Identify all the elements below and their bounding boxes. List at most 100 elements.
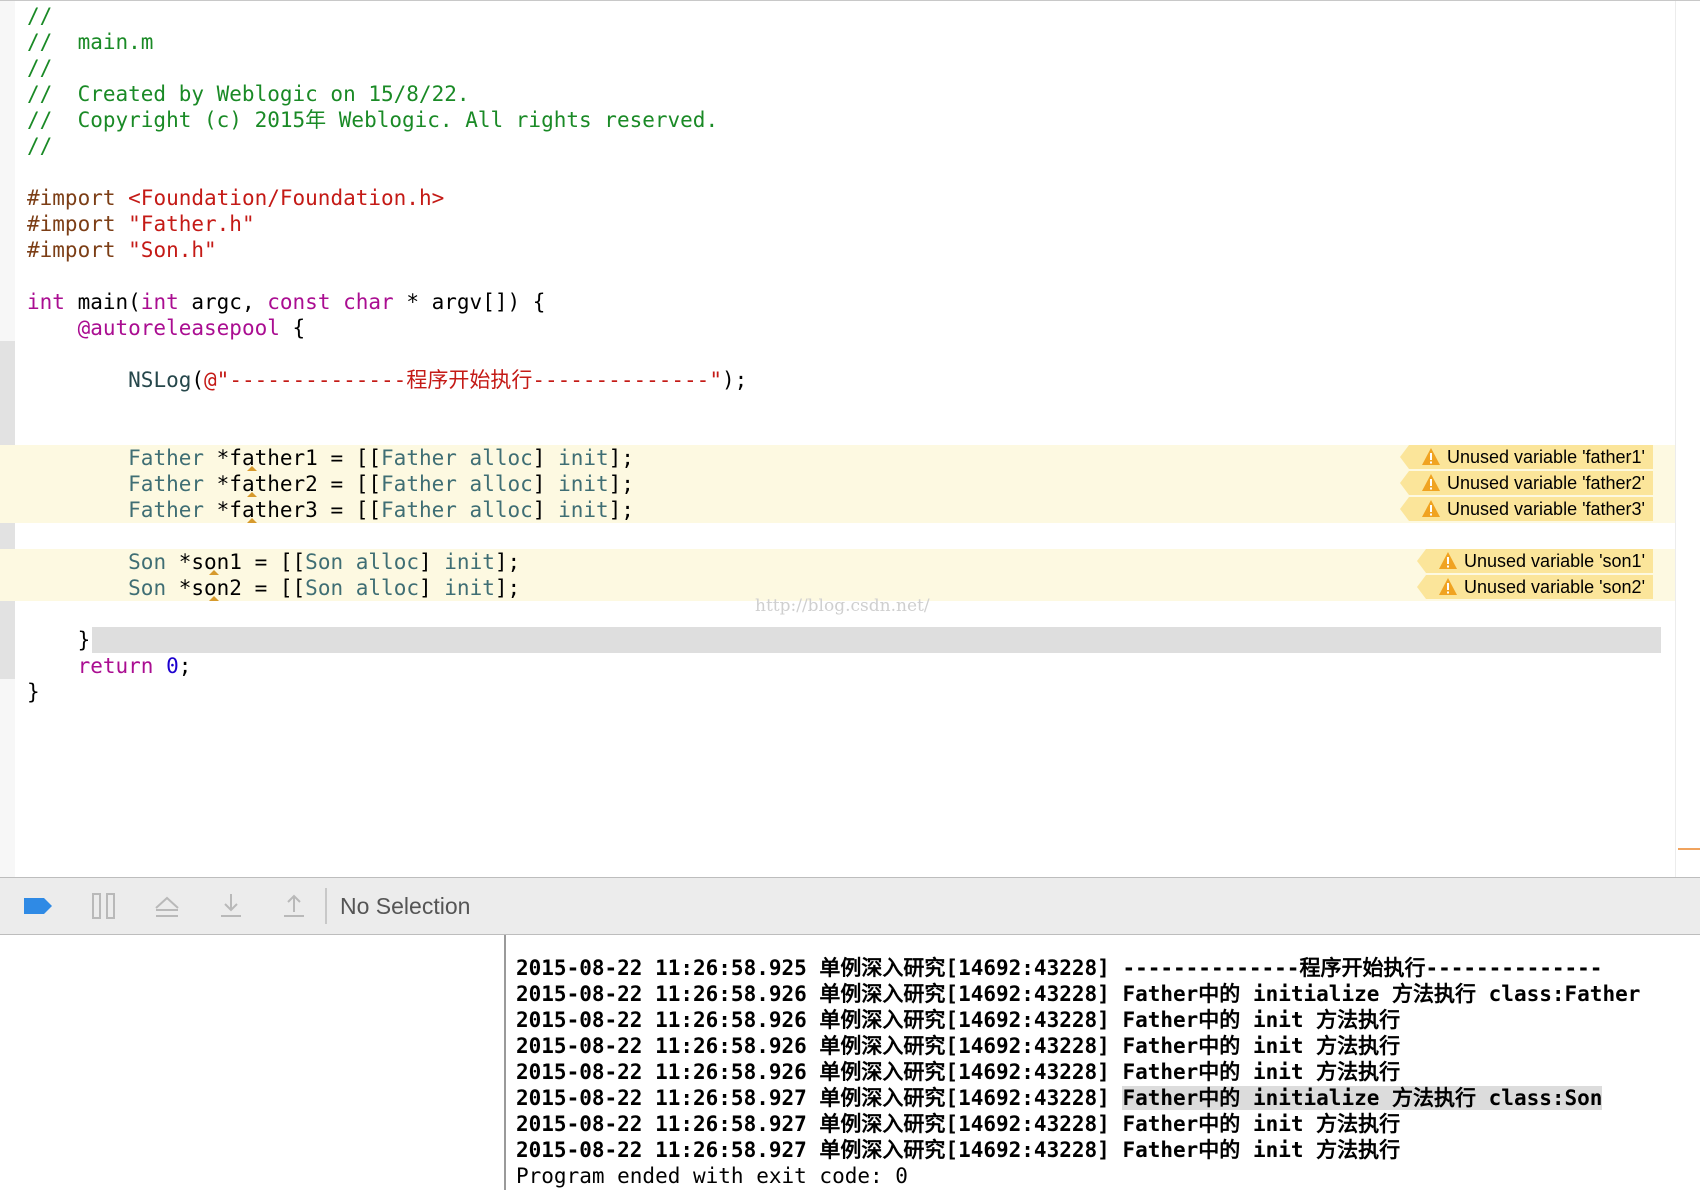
step-out-icon <box>284 894 304 917</box>
step-over-button[interactable] <box>151 890 183 922</box>
step-out-button[interactable] <box>278 890 310 922</box>
code-token: Father <box>128 498 205 522</box>
warning-badge[interactable]: Unused variable 'father3' <box>1400 497 1653 521</box>
code-line[interactable]: NSLog(@"--------------程序开始执行------------… <box>15 367 1675 393</box>
code-line[interactable]: // <box>15 133 1675 159</box>
variables-view[interactable] <box>0 935 504 1190</box>
code-line[interactable] <box>15 523 1675 549</box>
code-line-warning[interactable]: Father *father2 = [[Father alloc] init];… <box>0 471 1675 497</box>
code-token: ]; <box>608 498 634 522</box>
code-line[interactable] <box>15 419 1675 445</box>
scrollbar-position-marker <box>1678 848 1700 850</box>
code-token: <Foundation/Foundation.h> <box>128 186 445 210</box>
code-token: *father1 = [[ <box>204 446 382 470</box>
code-token: ] <box>418 576 445 600</box>
code-line[interactable]: // main.m <box>15 29 1675 55</box>
code-token: alloc <box>469 498 533 522</box>
editor-scrollbar-track[interactable] <box>1675 1 1676 877</box>
code-text: Son *son1 = [[Son alloc] init]; <box>27 549 520 575</box>
code-token: const <box>267 290 331 314</box>
warning-badge[interactable]: Unused variable 'son1' <box>1417 549 1653 573</box>
code-text: #import "Father.h" <box>27 211 255 237</box>
code-line[interactable]: int main(int argc, const char * argv[]) … <box>15 289 1675 315</box>
code-line[interactable]: // Created by Weblogic on 15/8/22. <box>15 81 1675 107</box>
code-token: // Copyright (c) 2015年 Weblogic. All rig… <box>27 108 719 132</box>
code-token: Father <box>381 472 457 496</box>
code-line[interactable] <box>15 341 1675 367</box>
warning-badge[interactable]: Unused variable 'father2' <box>1400 471 1653 495</box>
code-text: Father *father2 = [[Father alloc] init]; <box>27 471 634 497</box>
log-prefix: 2015-08-22 11:26:58.926 单例深入研究[14692:432… <box>516 1008 1123 1032</box>
warning-icon <box>1422 500 1440 517</box>
console-line: 2015-08-22 11:26:58.927 单例深入研究[14692:432… <box>516 1111 1400 1137</box>
code-line[interactable]: #import <Foundation/Foundation.h> <box>15 185 1675 211</box>
warning-badge[interactable]: Unused variable 'son2' <box>1417 575 1653 599</box>
code-token: alloc <box>469 472 533 496</box>
code-token: *father3 = [[ <box>204 498 382 522</box>
code-token: @"--------------程序开始执行--------------" <box>204 368 722 392</box>
code-token: } <box>27 680 40 704</box>
code-token: argc, <box>178 290 268 314</box>
code-text: return 0; <box>27 653 192 679</box>
code-token: ] <box>418 550 445 574</box>
code-text: @autoreleasepool { <box>27 315 306 341</box>
code-line[interactable]: // <box>15 3 1675 29</box>
log-prefix: 2015-08-22 11:26:58.927 单例深入研究[14692:432… <box>516 1138 1123 1162</box>
code-token: "Father.h" <box>128 212 255 236</box>
step-into-button[interactable] <box>215 890 247 922</box>
selection-label: No Selection <box>340 893 471 919</box>
code-token: * argv[]) { <box>393 290 546 314</box>
code-text: // Created by Weblogic on 15/8/22. <box>27 81 470 107</box>
log-message: Program ended with exit code: 0 <box>516 1164 908 1188</box>
code-line[interactable]: #import "Father.h" <box>15 211 1675 237</box>
code-token: ]; <box>608 446 634 470</box>
code-line[interactable]: // Copyright (c) 2015年 Weblogic. All rig… <box>15 107 1675 133</box>
code-token: { <box>279 316 306 340</box>
code-line[interactable] <box>15 393 1675 419</box>
gutter-scope-band <box>0 367 15 393</box>
code-line[interactable]: // <box>15 55 1675 81</box>
code-line[interactable] <box>15 263 1675 289</box>
code-line[interactable]: return 0; <box>15 653 1675 679</box>
code-line[interactable] <box>15 159 1675 185</box>
code-token: 0 <box>166 654 179 678</box>
code-token: Son <box>128 576 167 600</box>
code-line-warning[interactable]: Son *son1 = [[Son alloc] init]; Unused va… <box>0 549 1675 575</box>
code-token: *son1 = [[ <box>166 550 306 574</box>
editor-gutter[interactable] <box>0 1 15 877</box>
code-line[interactable]: #import "Son.h" <box>15 237 1675 263</box>
breakpoints-toggle-button[interactable] <box>22 890 54 922</box>
source-editor[interactable]: //// main.m//// Created by Weblogic on 1… <box>0 0 1700 877</box>
code-token: alloc <box>355 550 419 574</box>
gutter-scope-band <box>0 393 15 419</box>
code-token: // Created by Weblogic on 15/8/22. <box>27 82 470 106</box>
code-line[interactable]: } <box>15 627 1675 653</box>
code-token: ] <box>532 498 559 522</box>
console-output[interactable]: 2015-08-22 11:26:58.925 单例深入研究[14692:432… <box>506 935 1700 1190</box>
code-line[interactable]: @autoreleasepool { <box>15 315 1675 341</box>
log-message: Father中的 init 方法执行 <box>1122 1060 1401 1084</box>
warning-icon <box>1439 578 1458 595</box>
log-prefix: 2015-08-22 11:26:58.926 单例深入研究[14692:432… <box>516 1060 1123 1084</box>
code-line-warning[interactable]: Father *father1 = [[Father alloc] init];… <box>0 445 1675 471</box>
code-token: *father2 = [[ <box>204 472 382 496</box>
gutter-scope-band <box>0 627 15 653</box>
code-token: NSLog <box>128 368 192 392</box>
log-prefix: 2015-08-22 11:26:58.926 单例深入研究[14692:432… <box>516 1034 1123 1058</box>
warning-text: Unused variable 'son2' <box>1464 577 1645 597</box>
warning-text: Unused variable 'father3' <box>1447 499 1645 519</box>
code-token: #import <box>27 212 129 236</box>
code-token: ] <box>532 472 559 496</box>
console-line: 2015-08-22 11:26:58.926 单例深入研究[14692:432… <box>516 1059 1400 1085</box>
warning-badge[interactable]: Unused variable 'father1' <box>1400 445 1653 469</box>
code-line[interactable]: } <box>15 679 1675 705</box>
pause-button[interactable] <box>88 890 120 922</box>
code-token: alloc <box>355 576 419 600</box>
code-token: char <box>343 290 394 314</box>
code-line-warning[interactable]: Father *father3 = [[Father alloc] init];… <box>0 497 1675 523</box>
